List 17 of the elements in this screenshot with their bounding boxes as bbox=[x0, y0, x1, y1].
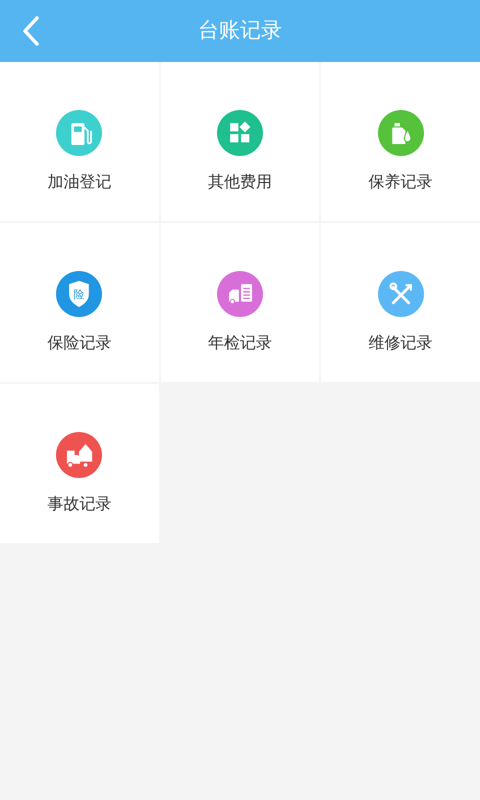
tile-label: 其他费用 bbox=[208, 171, 272, 193]
menu-tile[interactable]: 保养记录 bbox=[321, 62, 480, 221]
tile-label: 维修记录 bbox=[368, 332, 433, 354]
tile-label: 保养记录 bbox=[368, 171, 433, 193]
tile-label: 事故记录 bbox=[47, 493, 112, 515]
tile-label: 保险记录 bbox=[47, 332, 112, 354]
menu-tile[interactable]: 加油登记 bbox=[0, 62, 159, 221]
tile-label: 年检记录 bbox=[208, 332, 272, 354]
menu-tile[interactable]: 事故记录 bbox=[0, 384, 159, 543]
menu-tile[interactable]: 其他费用 bbox=[160, 62, 320, 221]
shield-text: 险 bbox=[74, 288, 85, 301]
page-title: 台账记录 bbox=[198, 17, 282, 44]
menu-tile[interactable]: 险 保险记录 bbox=[0, 223, 159, 382]
menu-tile[interactable]: 维修记录 bbox=[321, 223, 480, 382]
back-icon bbox=[22, 16, 40, 46]
tile-label: 加油登记 bbox=[47, 171, 112, 193]
menu-tile[interactable]: 年检记录 bbox=[160, 223, 320, 382]
